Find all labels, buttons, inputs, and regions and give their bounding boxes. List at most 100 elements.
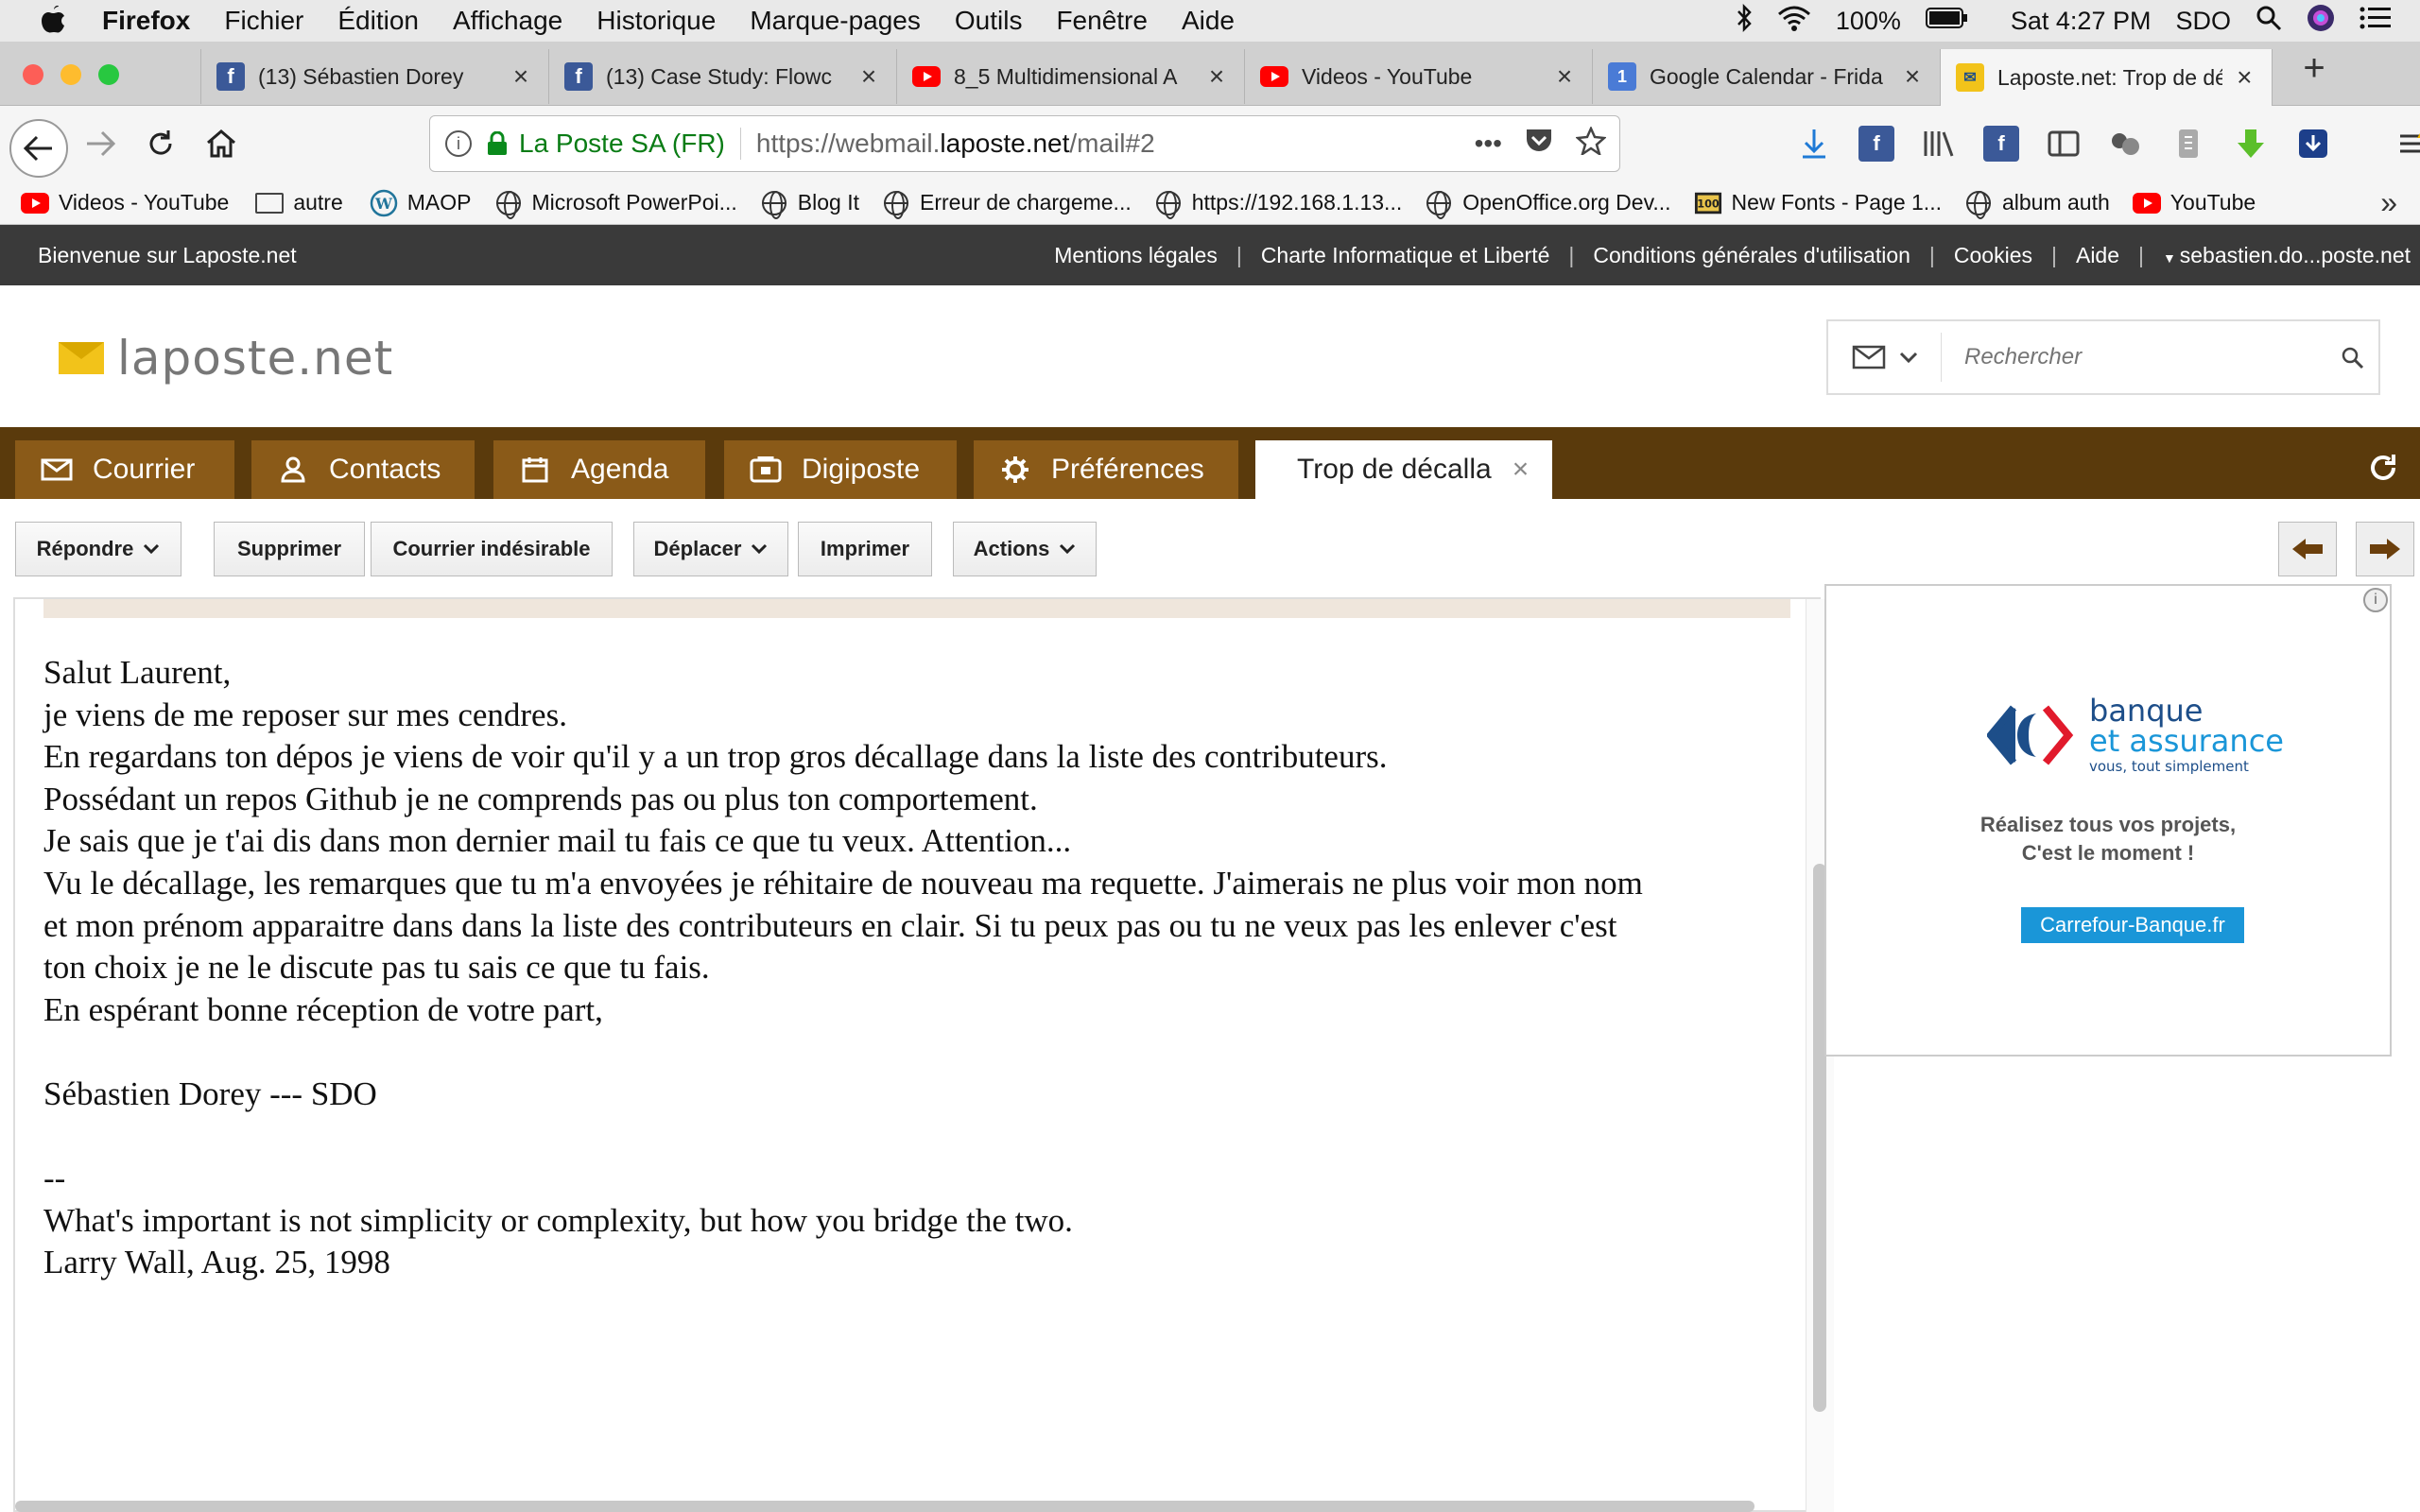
ad-cta-button[interactable]: Carrefour-Banque.fr [2021,907,2244,943]
browser-tab[interactable]: 1 Google Calendar - Frida × [1592,49,1940,104]
close-tab-icon[interactable]: × [856,61,881,92]
refresh-icon[interactable] [2367,452,2399,489]
browser-tab[interactable]: f (13) Case Study: Flowc × [548,49,896,104]
bluetooth-icon[interactable] [1736,3,1753,39]
close-tab-icon[interactable]: × [509,61,533,92]
menu-fichier[interactable]: Fichier [224,6,303,36]
menu-fenetre[interactable]: Fenêtre [1056,6,1148,36]
search-input[interactable] [1964,344,2324,370]
link-cookies[interactable]: Cookies [1935,243,2051,268]
browser-tab[interactable]: 8_5 Multidimensional A × [896,49,1244,104]
user-name[interactable]: SDO [2175,7,2231,36]
extension-icon[interactable] [2108,126,2144,162]
browser-tab[interactable]: Videos - YouTube × [1244,49,1592,104]
extension-icon[interactable] [2170,126,2206,162]
bookmark-item[interactable]: Erreur de chargeme... [882,190,1132,219]
tab-digiposte[interactable]: Digiposte [724,440,957,499]
download-icon[interactable] [1796,126,1832,162]
bookmark-star-icon[interactable] [1575,125,1607,162]
apple-icon[interactable] [38,5,68,37]
save-extension-icon[interactable] [2295,126,2331,162]
bookmark-item[interactable]: 100 New Fonts - Page 1... [1694,190,1942,215]
menu-affichage[interactable]: Affichage [453,6,562,36]
browser-tab[interactable]: f (13) Sébastien Dorey × [200,49,548,104]
facebook-icon[interactable]: f [1983,126,2019,162]
url-text[interactable]: https://webmail.laposte.net/mail#2 [756,129,1155,159]
bookmark-item[interactable]: Blog It [760,190,859,219]
search-icon[interactable] [2341,346,2365,375]
close-tab-icon[interactable]: × [1204,61,1229,92]
menu-outils[interactable]: Outils [955,6,1023,36]
horizontal-scrollbar[interactable] [15,1501,1754,1512]
menu-edition[interactable]: Édition [337,6,419,36]
advertisement[interactable]: i banque et assurance vous, tout simplem… [1824,584,2392,1057]
downloader-extension-icon[interactable] [2233,126,2269,162]
home-button[interactable] [195,117,248,170]
close-tab-icon[interactable]: × [1512,454,1530,486]
facebook-icon[interactable]: f [1858,126,1894,162]
minimize-window-button[interactable] [60,64,81,85]
bookmark-item[interactable]: https://192.168.1.13... [1154,190,1402,219]
actions-button[interactable]: Actions [953,522,1097,576]
link-conditions[interactable]: Conditions générales d'utilisation [1574,243,1929,268]
spam-button[interactable]: Courrier indésirable [371,522,613,576]
tab-agenda[interactable]: Agenda [493,440,705,499]
close-tab-icon[interactable]: × [1552,61,1577,92]
next-message-button[interactable] [2356,522,2414,576]
notification-center-icon[interactable] [2360,6,2392,37]
delete-button[interactable]: Supprimer [214,522,365,576]
menu-marque-pages[interactable]: Marque-pages [750,6,921,36]
browser-tab-active[interactable]: ✉ Laposte.net: Trop de dé × [1940,49,2273,106]
tab-open-message[interactable]: Trop de décalla × [1255,440,1552,499]
menu-aide[interactable]: Aide [1182,6,1235,36]
wifi-icon[interactable] [1777,5,1811,38]
print-button[interactable]: Imprimer [798,522,932,576]
ad-info-icon[interactable]: i [2363,588,2388,612]
reply-button[interactable]: Répondre [15,522,182,576]
laposte-logo[interactable]: laposte.net [59,331,393,386]
library-icon[interactable] [1921,126,1957,162]
forward-button[interactable] [74,117,127,170]
site-identity[interactable]: La Poste SA (FR) [519,129,725,159]
menu-app-name[interactable]: Firefox [102,6,190,36]
clock[interactable]: Sat 4:27 PM [2011,7,2152,36]
search-scope-select[interactable] [1828,333,1942,382]
menu-historique[interactable]: Historique [596,6,716,36]
link-charte[interactable]: Charte Informatique et Liberté [1242,243,1569,268]
page-actions-icon[interactable]: ••• [1475,129,1502,159]
new-tab-button[interactable]: + [2295,47,2333,90]
bookmark-item[interactable]: W MAOP [370,189,472,216]
site-info-icon[interactable]: i [445,130,472,157]
bookmark-item[interactable]: Videos - YouTube [21,190,229,215]
previous-message-button[interactable] [2278,522,2337,576]
battery-icon[interactable] [1925,6,1969,36]
welcome-text: Bienvenue sur Laposte.net [38,242,297,267]
tab-contacts[interactable]: Contacts [251,440,475,499]
tab-courrier[interactable]: Courrier [15,440,234,499]
bookmark-folder[interactable]: autre [255,190,343,215]
reload-button[interactable] [134,117,187,170]
account-menu[interactable]: ▼ sebastien.do...poste.net [2144,243,2411,268]
bookmark-item[interactable]: OpenOffice.org Dev... [1425,190,1671,219]
bookmark-item[interactable]: YouTube [2132,190,2256,215]
close-tab-icon[interactable]: × [2232,62,2256,93]
link-mentions-legales[interactable]: Mentions légales [1035,243,1236,268]
bookmark-item[interactable]: album auth [1964,190,2110,219]
bookmarks-overflow-icon[interactable]: » [2380,185,2397,220]
link-aide[interactable]: Aide [2057,243,2138,268]
close-tab-icon[interactable]: × [1900,61,1925,92]
lock-icon[interactable] [487,130,508,156]
back-button[interactable] [9,119,68,178]
sidebar-icon[interactable] [2046,126,2082,162]
bookmark-item[interactable]: Microsoft PowerPoi... [494,190,737,219]
zoom-window-button[interactable] [98,64,119,85]
site-top-bar: Bienvenue sur Laposte.net Mentions légal… [0,225,2420,285]
tab-preferences[interactable]: Préférences [974,440,1238,499]
menu-icon[interactable] [2395,126,2420,162]
spotlight-search-icon[interactable] [2256,5,2282,38]
pocket-icon[interactable] [1525,128,1553,161]
siri-icon[interactable] [2307,4,2335,39]
url-bar[interactable]: i La Poste SA (FR) https://webmail.lapos… [429,115,1620,172]
close-window-button[interactable] [23,64,43,85]
move-button[interactable]: Déplacer [633,522,788,576]
